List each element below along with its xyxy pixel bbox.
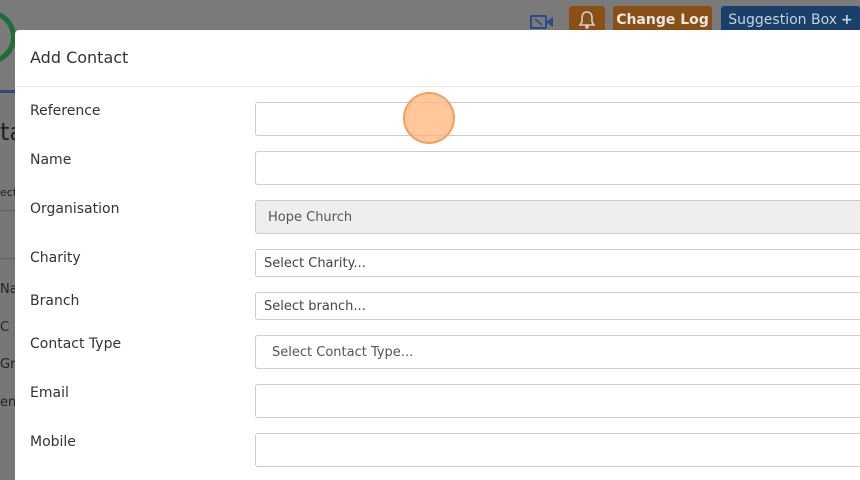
charity-label: Charity [30,250,81,266]
name-label: Name [30,152,72,168]
mobile-input[interactable] [255,433,860,467]
charity-select-placeholder: Select Charity... [264,255,366,271]
background-text-fragment: Gr [0,357,15,372]
organisation-input [255,200,860,234]
branch-select-placeholder: Select branch... [264,298,366,314]
click-indicator [403,92,455,144]
video-camera-icon[interactable] [530,14,554,30]
mobile-label: Mobile [30,434,76,450]
branch-label: Branch [30,293,80,309]
charity-select[interactable]: Select Charity... [255,249,860,277]
contact-type-label: Contact Type [30,336,122,352]
background-divider [0,210,15,211]
modal-title: Add Contact [30,48,129,67]
organisation-label: Organisation [30,201,120,217]
modal-divider [15,86,860,87]
reference-label: Reference [30,103,101,119]
background-text-fragment: ent [0,395,15,410]
suggestion-box-label: Suggestion Box [728,12,837,28]
bell-icon [578,11,596,29]
contact-type-select-placeholder: Select Contact Type... [272,344,414,360]
background-divider [0,258,15,259]
background-text-fragment: Na [0,282,15,297]
name-input[interactable] [255,151,860,185]
email-input[interactable] [255,384,860,418]
branch-select[interactable]: Select branch... [255,292,860,320]
reference-input[interactable] [255,102,860,136]
plus-icon: + [841,12,853,28]
background-text-fragment: ect [0,186,15,199]
email-label: Email [30,385,69,401]
background-heading-fragment: ta [0,118,15,146]
contact-type-select[interactable]: Select Contact Type... [255,335,860,369]
background-text-fragment: C [0,320,10,335]
